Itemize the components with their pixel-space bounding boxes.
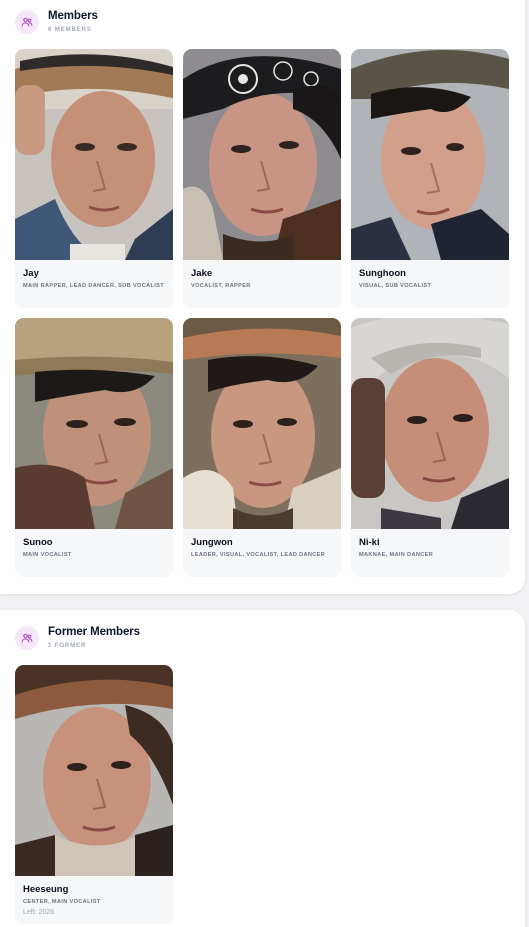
member-name: Jay — [23, 268, 39, 279]
users-icon — [15, 626, 39, 650]
member-photo — [183, 318, 341, 529]
member-roles: LEADER, VISUAL, VOCALIST, LEAD DANCER — [191, 552, 326, 558]
section-count: 6 MEMBERS — [48, 27, 92, 33]
member-photo — [15, 318, 173, 529]
section-title: Members — [48, 10, 98, 22]
member-roles: MAKNAE, MAIN DANCER — [359, 552, 434, 558]
members-section: Members 6 MEMBERS Jay MAIN RAPPER, LEAD … — [0, 0, 525, 594]
member-name: Jake — [191, 268, 213, 279]
member-photo — [351, 49, 509, 260]
member-card-sunoo[interactable]: Sunoo MAIN VOCALIST — [15, 318, 173, 577]
members-header: Members 6 MEMBERS — [15, 10, 98, 34]
former-members-grid: Heeseung CENTER, MAIN VOCALIST Left: 202… — [15, 665, 509, 924]
former-members-section: Former Members 1 FORMER Heeseung CENTER,… — [0, 610, 525, 927]
member-roles: MAIN RAPPER, LEAD DANCER, SUB VOCALIST — [23, 283, 165, 289]
member-photo — [351, 318, 509, 529]
member-name: Ni-ki — [359, 537, 380, 548]
members-grid: Jay MAIN RAPPER, LEAD DANCER, SUB VOCALI… — [15, 49, 509, 577]
member-card-jake[interactable]: Jake VOCALIST, RAPPER — [183, 49, 341, 308]
section-title: Former Members — [48, 626, 140, 638]
member-card-heeseung[interactable]: Heeseung CENTER, MAIN VOCALIST Left: 202… — [15, 665, 173, 924]
member-photo — [15, 49, 173, 260]
member-roles: CENTER, MAIN VOCALIST — [23, 899, 101, 905]
member-roles: MAIN VOCALIST — [23, 552, 72, 558]
member-photo — [15, 665, 173, 876]
section-count: 1 FORMER — [48, 643, 87, 649]
member-roles: VISUAL, SUB VOCALIST — [359, 283, 432, 289]
member-photo — [183, 49, 341, 260]
member-card-sunghoon[interactable]: Sunghoon VISUAL, SUB VOCALIST — [351, 49, 509, 308]
member-name: Heeseung — [23, 884, 69, 895]
member-card-jungwon[interactable]: Jungwon LEADER, VISUAL, VOCALIST, LEAD D… — [183, 318, 341, 577]
member-name: Sunghoon — [359, 268, 406, 279]
former-members-header: Former Members 1 FORMER — [15, 626, 140, 650]
member-card-jay[interactable]: Jay MAIN RAPPER, LEAD DANCER, SUB VOCALI… — [15, 49, 173, 308]
member-name: Sunoo — [23, 537, 53, 548]
users-icon — [15, 10, 39, 34]
member-roles: VOCALIST, RAPPER — [191, 283, 251, 289]
member-name: Jungwon — [191, 537, 233, 548]
member-card-ni-ki[interactable]: Ni-ki MAKNAE, MAIN DANCER — [351, 318, 509, 577]
member-left-year: Left: 2026 — [23, 909, 55, 916]
